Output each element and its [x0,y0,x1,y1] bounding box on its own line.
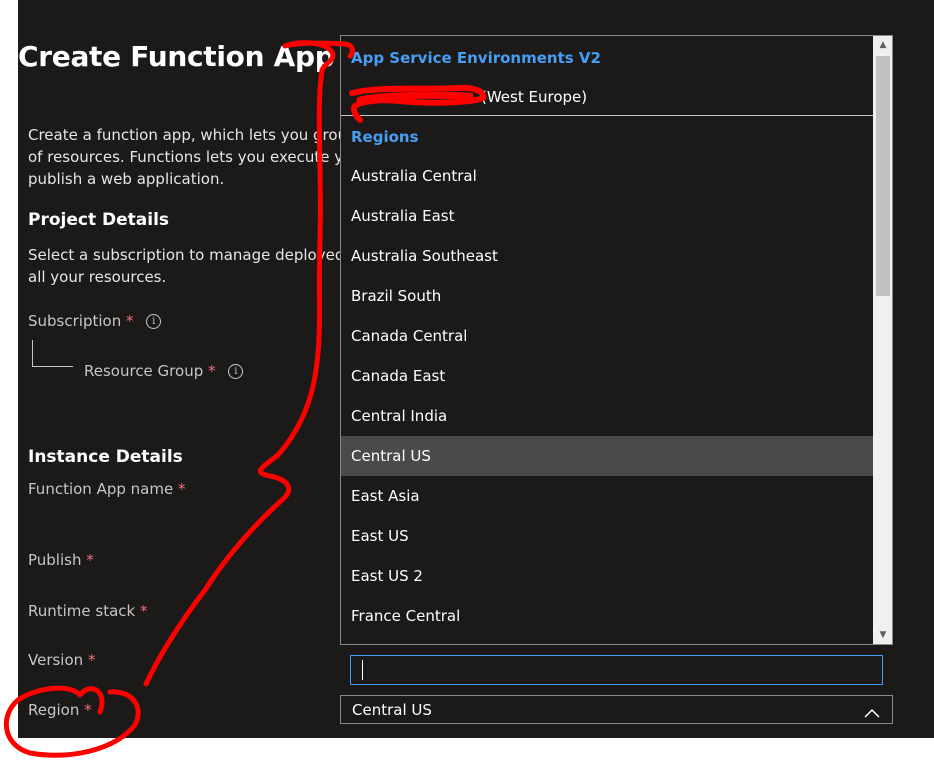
function-app-name-label: Function App name * [28,480,185,498]
redacted-ase-name [351,92,481,102]
region-option[interactable]: France Central [341,596,873,636]
region-option[interactable]: Brazil South [341,276,873,316]
region-option[interactable]: East US 2 [341,556,873,596]
chevron-up-icon[interactable] [864,703,880,722]
project-details-description-line-1: Select a subscription to manage deployed… [28,246,356,264]
required-asterisk: * [84,701,92,719]
group-header-ase: App Service Environments V2 [351,49,601,67]
required-asterisk: * [87,651,96,669]
group-header-regions: Regions [351,128,419,146]
region-option[interactable]: Central US [341,436,873,476]
subscription-label-text: Subscription [28,312,122,330]
region-option[interactable]: Australia Central [341,156,873,196]
required-asterisk: * [177,480,186,498]
resource-group-label: Resource Group * i [84,362,244,380]
text-cursor [362,660,363,680]
tree-connector [32,340,73,367]
region-option[interactable]: East Asia [341,476,873,516]
page-description: Create a function app, which lets you gr… [28,124,362,190]
region-option[interactable]: Central India [341,396,873,436]
page-description-line-3: publish a web application. [28,170,225,188]
subscription-label: Subscription * i [28,312,162,330]
ase-option[interactable]: (West Europe) [341,77,873,117]
project-details-description-line-2: all your resources. [28,268,167,286]
publish-label-text: Publish [28,551,82,569]
info-icon[interactable]: i [228,364,244,379]
function-app-name-label-text: Function App name [28,480,174,498]
ase-option-region: (West Europe) [481,88,588,106]
region-option[interactable]: Canada East [341,356,873,396]
region-filter-input[interactable] [350,655,883,685]
region-select[interactable]: Central US [340,695,893,724]
version-label-text: Version [28,651,84,669]
runtime-stack-label: Runtime stack * [28,602,148,620]
region-option[interactable]: East US [341,516,873,556]
required-asterisk: * [208,362,216,380]
region-select-value: Central US [352,701,432,719]
dropdown-scrollbar[interactable]: ▲ ▼ [873,36,892,644]
region-dropdown-list[interactable]: App Service Environments V2 (West Europe… [340,35,893,645]
region-option[interactable]: Australia East [341,196,873,236]
region-label-text: Region [28,701,80,719]
page-title: Create Function App [18,40,335,73]
runtime-stack-label-text: Runtime stack [28,602,136,620]
region-option[interactable]: Canada Central [341,316,873,356]
scroll-thumb[interactable] [876,56,890,296]
required-asterisk: * [140,602,148,620]
resource-group-label-text: Resource Group [84,362,204,380]
project-details-description: Select a subscription to manage deployed… [28,244,355,288]
scroll-up-arrow-icon[interactable]: ▲ [873,36,892,54]
publish-label: Publish * [28,551,94,569]
page-description-line-1: Create a function app, which lets you gr… [28,126,357,144]
region-option[interactable]: Australia Southeast [341,236,873,276]
required-asterisk: * [125,312,134,330]
required-asterisk: * [86,551,94,569]
instance-details-heading: Instance Details [28,447,183,467]
info-icon[interactable]: i [146,314,162,329]
version-label: Version * [28,651,95,669]
group-divider [341,115,873,116]
scroll-down-arrow-icon[interactable]: ▼ [873,626,892,644]
page-description-line-2: of resources. Functions lets you execute… [28,148,362,166]
region-label: Region * [28,701,92,719]
project-details-heading: Project Details [28,210,170,230]
